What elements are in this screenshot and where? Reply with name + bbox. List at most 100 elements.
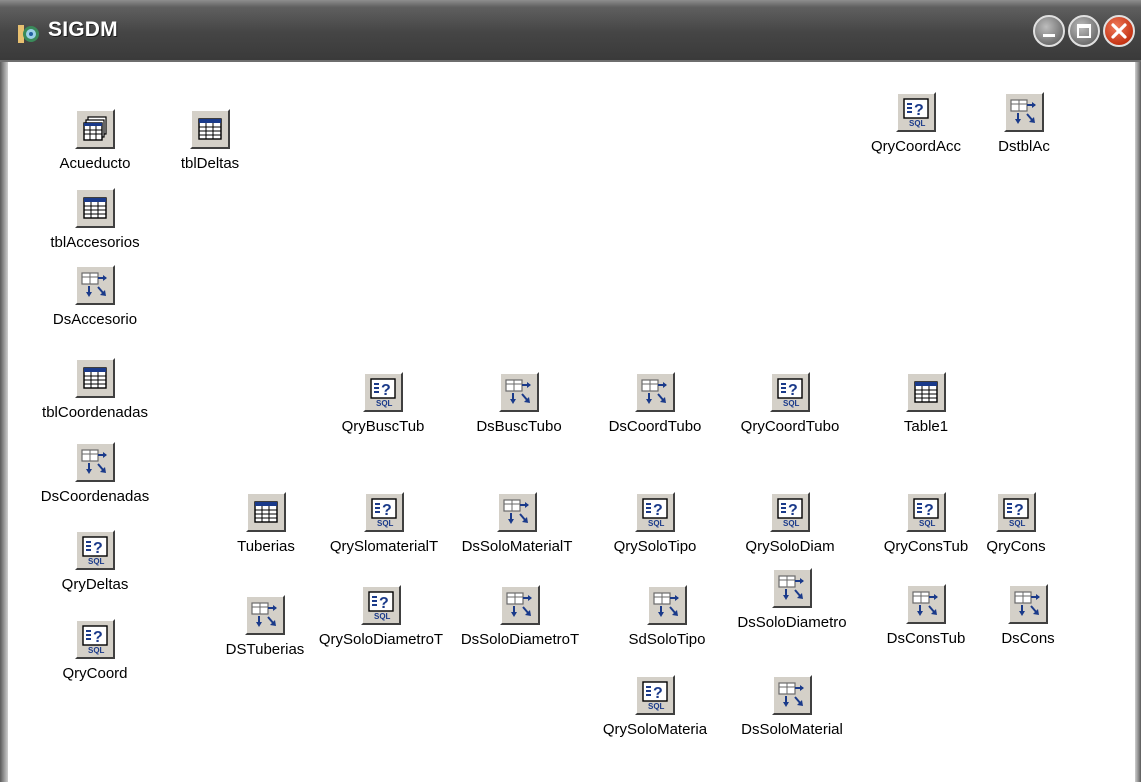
component-qryslomaterialt[interactable]: ? SQL QrySlomaterialT xyxy=(314,492,454,572)
table-icon xyxy=(190,109,230,149)
component-label: QrySoloTipo xyxy=(613,538,697,555)
svg-text:SQL: SQL xyxy=(783,399,800,408)
svg-text:?: ? xyxy=(382,502,392,519)
datasource-icon xyxy=(1008,584,1048,624)
svg-text:SQL: SQL xyxy=(648,519,665,528)
component-sdsolotipo[interactable]: SdSoloTipo xyxy=(597,585,737,665)
svg-text:?: ? xyxy=(924,502,934,519)
window-title: SIGDM xyxy=(48,18,118,41)
datasource-icon xyxy=(1004,92,1044,132)
datasource-icon xyxy=(647,585,687,625)
svg-text:SQL: SQL xyxy=(909,119,926,128)
component-label: QrySoloDiam xyxy=(745,538,835,555)
component-label: QrySoloDiametroT xyxy=(318,631,444,648)
sql-query-icon: ? SQL xyxy=(364,492,404,532)
component-label: QryCons xyxy=(986,538,1046,555)
component-qrydeltas[interactable]: ? SQL QryDeltas xyxy=(25,530,165,610)
sql-query-icon: ? SQL xyxy=(896,92,936,132)
component-tbldeltas[interactable]: tblDeltas xyxy=(140,109,280,189)
svg-text:?: ? xyxy=(1014,502,1024,519)
component-label: tblDeltas xyxy=(180,155,240,172)
component-qrysolodiam[interactable]: ? SQL QrySoloDiam xyxy=(720,492,860,572)
datasource-icon xyxy=(772,568,812,608)
svg-text:?: ? xyxy=(381,382,391,399)
close-button[interactable] xyxy=(1103,15,1135,47)
datasource-icon xyxy=(772,675,812,715)
datasource-icon xyxy=(245,595,285,635)
component-qrycons[interactable]: ? SQL QryCons xyxy=(946,492,1086,572)
component-qrycoord[interactable]: ? SQL QryCoord xyxy=(25,619,165,699)
sql-query-icon: ? SQL xyxy=(996,492,1036,532)
component-qrybusctub[interactable]: ? SQL QryBuscTub xyxy=(313,372,453,452)
component-tblaccesorios[interactable]: tblAccesorios xyxy=(25,188,165,268)
component-dssolodiametro[interactable]: DsSoloDiametro xyxy=(722,568,862,648)
component-qrysolotipo[interactable]: ? SQL QrySoloTipo xyxy=(585,492,725,572)
component-dsaccesorio[interactable]: DsAccesorio xyxy=(25,265,165,345)
component-label: DsAccesorio xyxy=(52,311,138,328)
table-icon xyxy=(75,188,115,228)
svg-text:?: ? xyxy=(93,629,103,646)
sql-query-icon: ? SQL xyxy=(361,585,401,625)
component-label: DsSoloDiametroT xyxy=(460,631,580,648)
sql-query-icon: ? SQL xyxy=(635,675,675,715)
maximize-icon xyxy=(1077,24,1091,38)
component-dsbusctubo[interactable]: DsBuscTubo xyxy=(449,372,589,452)
svg-text:SQL: SQL xyxy=(88,557,105,566)
svg-text:?: ? xyxy=(653,685,663,702)
component-label: Table1 xyxy=(903,418,949,435)
svg-text:?: ? xyxy=(653,502,663,519)
datasource-icon xyxy=(906,584,946,624)
sql-query-icon: ? SQL xyxy=(75,530,115,570)
sql-query-icon: ? SQL xyxy=(75,619,115,659)
component-qrycoordtubo[interactable]: ? SQL QryCoordTubo xyxy=(720,372,860,452)
component-qrysolodiametrot[interactable]: ? SQL QrySoloDiametroT xyxy=(311,585,451,665)
component-label: QryBuscTub xyxy=(341,418,425,435)
maximize-button[interactable] xyxy=(1068,15,1100,47)
datasource-icon xyxy=(497,492,537,532)
sql-query-icon: ? SQL xyxy=(363,372,403,412)
component-label: QrySoloMateria xyxy=(602,721,708,738)
component-label: QrySlomaterialT xyxy=(329,538,439,555)
component-tblcoordenadas[interactable]: tblCoordenadas xyxy=(25,358,165,438)
datasource-icon xyxy=(75,442,115,482)
svg-text:?: ? xyxy=(788,382,798,399)
datasource-icon xyxy=(75,265,115,305)
svg-text:SQL: SQL xyxy=(377,519,394,528)
minimize-icon xyxy=(1043,34,1055,37)
component-dssolodiametrot[interactable]: DsSoloDiametroT xyxy=(450,585,590,665)
svg-text:SQL: SQL xyxy=(374,612,391,621)
component-table1[interactable]: Table1 xyxy=(856,372,996,452)
component-label: DsSoloDiametro xyxy=(737,614,847,631)
component-label: DsCons xyxy=(1001,630,1055,647)
component-dssolomaterialt[interactable]: DsSoloMaterialT xyxy=(447,492,587,572)
svg-text:SQL: SQL xyxy=(783,519,800,528)
svg-text:?: ? xyxy=(788,502,798,519)
svg-text:SQL: SQL xyxy=(376,399,393,408)
datasource-icon xyxy=(500,585,540,625)
minimize-button[interactable] xyxy=(1033,15,1065,47)
component-dscoordenadas[interactable]: DsCoordenadas xyxy=(25,442,165,522)
close-icon xyxy=(1111,23,1127,39)
component-label: DstblAc xyxy=(998,138,1050,155)
component-dscoordtubo[interactable]: DsCoordTubo xyxy=(585,372,725,452)
sigdm-window: SIGDM Acueducto tblDeltas tblAccesorios … xyxy=(0,0,1141,782)
table-icon xyxy=(906,372,946,412)
datasource-icon xyxy=(499,372,539,412)
svg-text:?: ? xyxy=(93,540,103,557)
svg-text:SQL: SQL xyxy=(1009,519,1026,528)
component-qrysolomateria[interactable]: ? SQL QrySoloMateria xyxy=(585,675,725,755)
component-label: tblCoordenadas xyxy=(42,404,148,421)
component-dstblac[interactable]: DstblAc xyxy=(954,92,1094,172)
svg-text:?: ? xyxy=(914,102,924,119)
sql-query-icon: ? SQL xyxy=(635,492,675,532)
window-frame-left xyxy=(0,62,8,782)
database-icon xyxy=(75,109,115,149)
component-label: DsCoordTubo xyxy=(608,418,702,435)
svg-text:SQL: SQL xyxy=(88,646,105,655)
component-label: DsCoordenadas xyxy=(40,488,150,505)
component-dscons[interactable]: DsCons xyxy=(958,584,1098,664)
title-bar[interactable]: SIGDM xyxy=(0,0,1141,62)
svg-text:SQL: SQL xyxy=(648,702,665,711)
component-dssolomaterial[interactable]: DsSoloMaterial xyxy=(722,675,862,755)
table-icon xyxy=(75,358,115,398)
